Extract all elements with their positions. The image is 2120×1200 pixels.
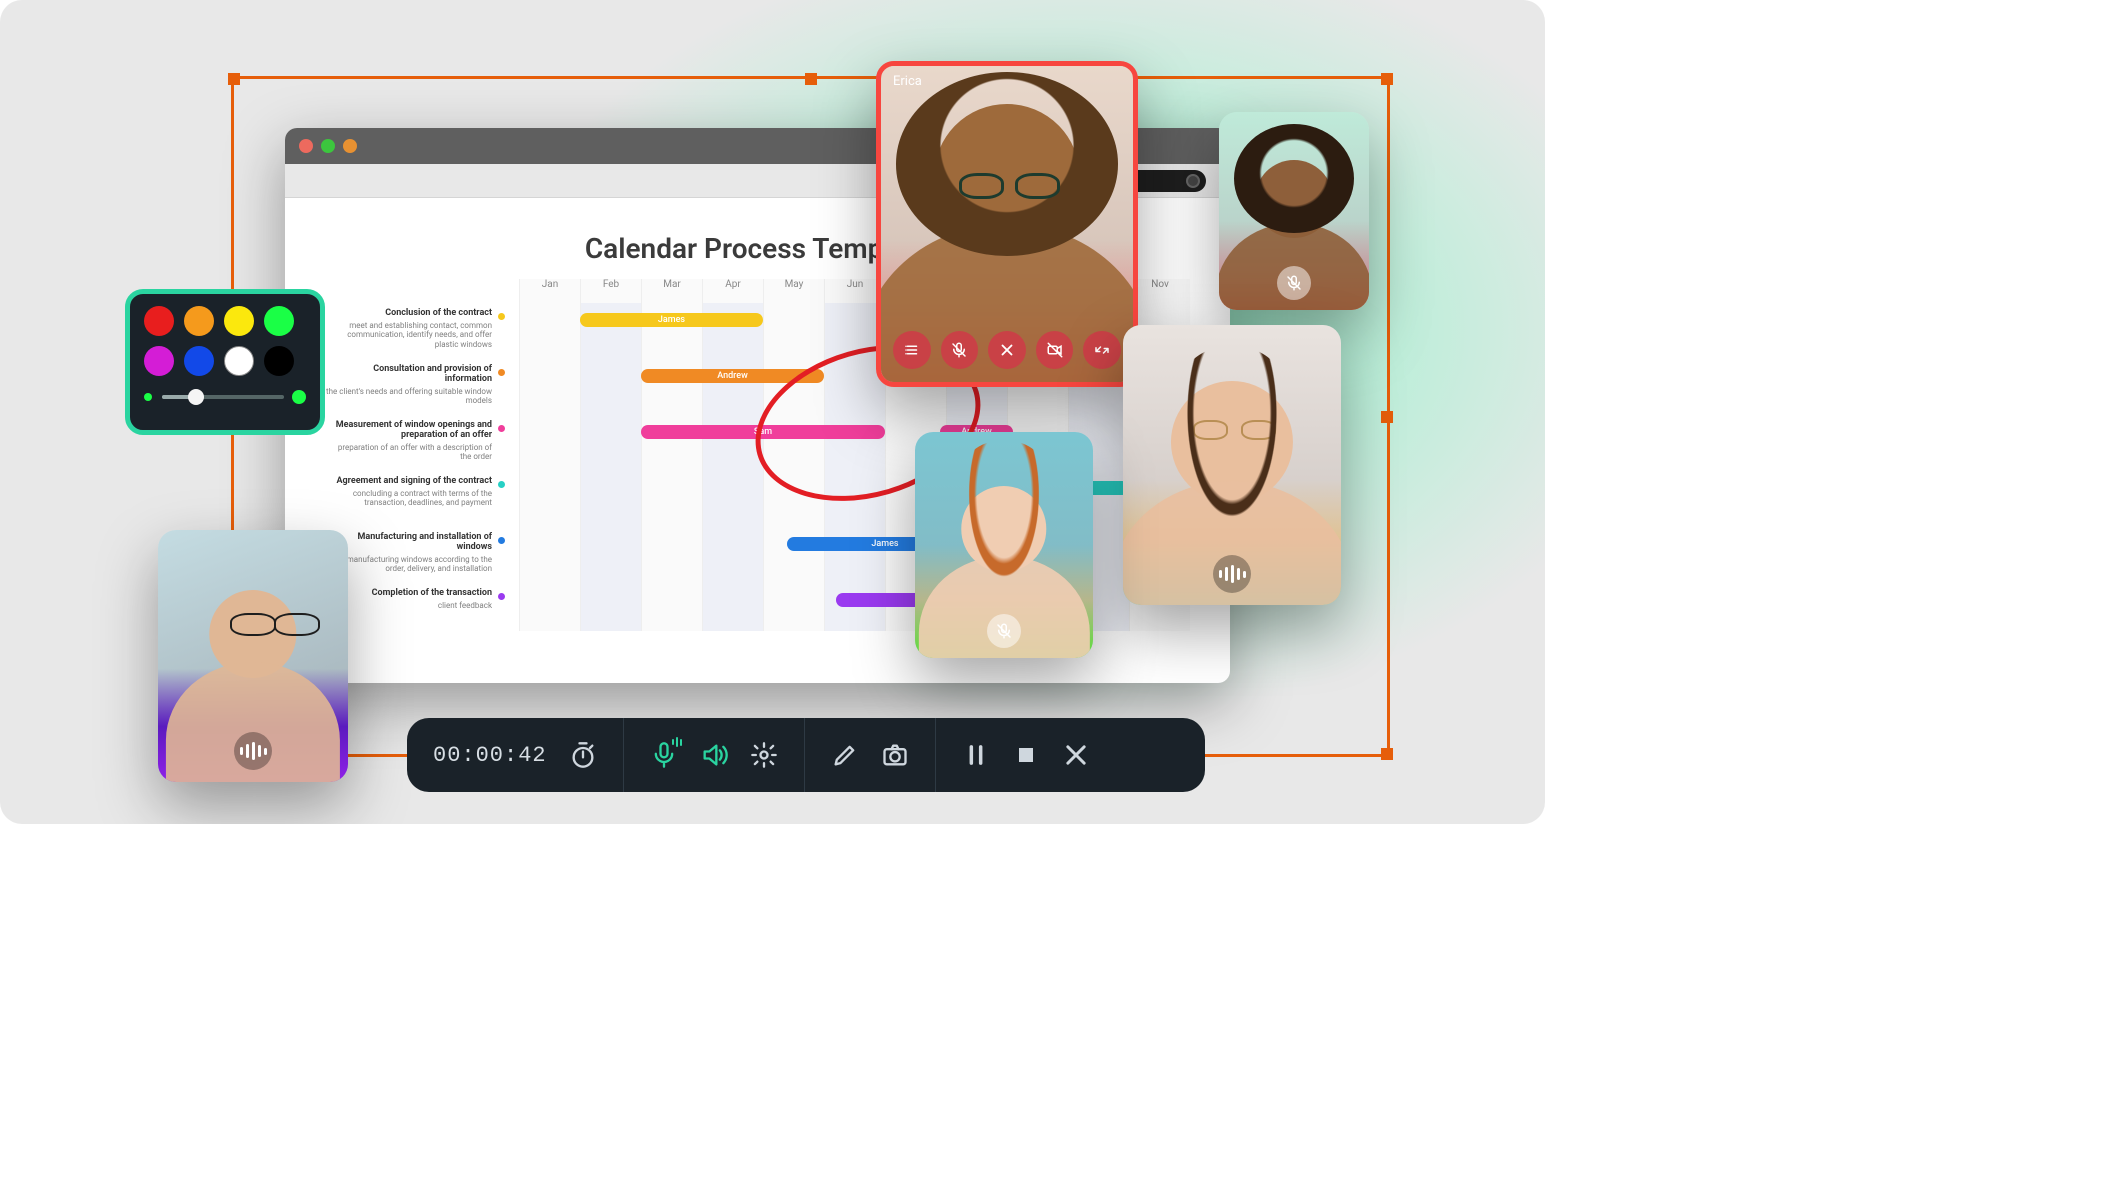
mic-muted-badge: [1277, 266, 1311, 300]
gantt-row-label: Consultation and provision of informatio…: [325, 365, 505, 407]
stop-icon[interactable]: [1012, 741, 1040, 769]
recorder-tools-segment: [805, 718, 936, 792]
palette-row: [144, 306, 306, 336]
close-icon[interactable]: [1062, 741, 1090, 769]
recorder-time: 00:00:42: [433, 743, 547, 768]
brush-size-slider[interactable]: [144, 390, 306, 404]
gantt-row-labels: Conclusion of the contractmeet and estab…: [325, 279, 505, 631]
recorder-time-segment: 00:00:42: [407, 718, 624, 792]
color-swatch[interactable]: [144, 346, 174, 376]
month-header-cell: Apr: [702, 279, 763, 303]
selection-handle[interactable]: [1381, 748, 1393, 760]
selection-handle[interactable]: [1381, 73, 1393, 85]
close-button[interactable]: [988, 331, 1026, 369]
camera-icon[interactable]: [881, 741, 909, 769]
gantt-bar: James: [580, 313, 763, 327]
color-swatch[interactable]: [184, 346, 214, 376]
slider-start-dot: [144, 393, 152, 401]
month-header-cell: Jan: [519, 279, 580, 303]
stage: Calendar Process Template Conclusion of …: [0, 0, 1545, 824]
month-header-cell: Mar: [641, 279, 702, 303]
audio-wave-badge: [1213, 555, 1251, 593]
mic-muted-badge: [987, 614, 1021, 648]
pencil-icon[interactable]: [831, 741, 859, 769]
participant-name: Erica: [893, 74, 922, 89]
color-swatch[interactable]: [264, 346, 294, 376]
recorder-audio-segment: [624, 718, 805, 792]
audio-wave-badge: [234, 732, 272, 770]
gantt-row-label: Agreement and signing of the contractcon…: [325, 477, 505, 519]
slider-track[interactable]: [162, 395, 284, 399]
color-swatch[interactable]: [264, 306, 294, 336]
slider-thumb[interactable]: [188, 389, 204, 405]
slider-end-dot: [292, 390, 306, 404]
window-close-dot[interactable]: [299, 139, 313, 153]
color-swatch[interactable]: [224, 346, 254, 376]
selection-handle[interactable]: [228, 73, 240, 85]
participant-card: [1219, 112, 1369, 310]
participant-card: [158, 530, 348, 782]
participant-controls: [893, 328, 1121, 372]
color-swatch[interactable]: [144, 306, 174, 336]
settings-icon[interactable]: [750, 741, 778, 769]
participant-card: [1123, 325, 1341, 605]
palette-row: [144, 346, 306, 376]
participant-card: [915, 432, 1093, 658]
gantt-row-label: Completion of the transactionclient feed…: [325, 589, 505, 631]
window-minimize-dot[interactable]: [321, 139, 335, 153]
gantt-row-label: Measurement of window openings and prepa…: [325, 421, 505, 463]
camera-icon: [1186, 174, 1200, 188]
color-swatch[interactable]: [184, 306, 214, 336]
gantt-row-label: Manufacturing and installation of window…: [325, 533, 505, 575]
gantt-row-label: Conclusion of the contractmeet and estab…: [325, 309, 505, 351]
stopwatch-icon[interactable]: [569, 741, 597, 769]
mute-mic-button[interactable]: [941, 331, 979, 369]
list-button[interactable]: [893, 331, 931, 369]
selection-handle[interactable]: [1381, 411, 1393, 423]
pause-icon[interactable]: [962, 741, 990, 769]
mic-button[interactable]: [650, 741, 678, 769]
recorder-bar: 00:00:42: [407, 718, 1205, 792]
minimize-button[interactable]: [1083, 331, 1121, 369]
video-off-button[interactable]: [1036, 331, 1074, 369]
recorder-playback-segment: [936, 718, 1116, 792]
month-header-cell: Nov: [1129, 279, 1190, 303]
color-palette: [125, 289, 325, 435]
speaker-icon[interactable]: [700, 741, 728, 769]
month-header-cell: Feb: [580, 279, 641, 303]
color-swatch[interactable]: [224, 306, 254, 336]
participant-card-main: Erica: [876, 61, 1138, 387]
selection-handle[interactable]: [805, 73, 817, 85]
window-maximize-dot[interactable]: [343, 139, 357, 153]
month-header-cell: May: [763, 279, 824, 303]
